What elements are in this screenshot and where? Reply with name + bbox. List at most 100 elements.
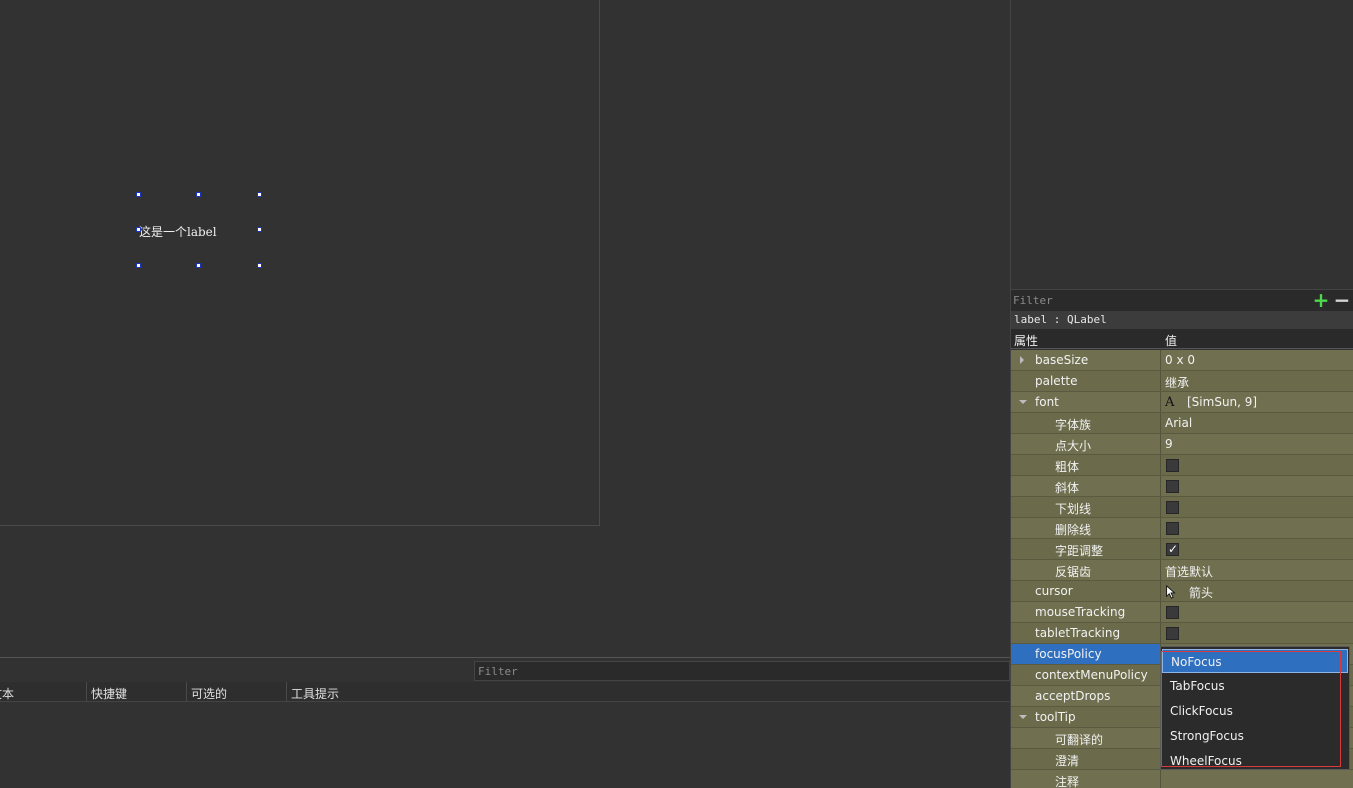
property-checkbox[interactable] bbox=[1166, 627, 1179, 640]
property-name[interactable]: baseSize bbox=[1011, 350, 1161, 370]
property-row[interactable]: tabletTracking bbox=[1011, 623, 1353, 644]
property-row[interactable]: cursor 箭头 bbox=[1011, 581, 1353, 602]
column-shortcut[interactable]: 快捷键 bbox=[86, 682, 186, 702]
property-filter-bar: Filter + − bbox=[1011, 289, 1353, 311]
focus-option-tabfocus[interactable]: TabFocus bbox=[1162, 674, 1348, 698]
property-name[interactable]: 点大小 bbox=[1011, 434, 1161, 454]
property-name[interactable]: 可翻译的 bbox=[1011, 728, 1161, 748]
form-canvas[interactable]: 这是一个label bbox=[0, 0, 600, 526]
header-property[interactable]: 属性 bbox=[1014, 332, 1038, 349]
focus-option-clickfocus[interactable]: ClickFocus bbox=[1162, 699, 1348, 723]
selected-label-widget[interactable]: 这是一个label bbox=[136, 192, 262, 268]
property-row[interactable]: 反锯齿 首选默认 bbox=[1011, 560, 1353, 581]
collapse-arrow-icon[interactable] bbox=[1019, 400, 1027, 404]
property-value[interactable]: 继承 bbox=[1162, 371, 1353, 391]
focus-policy-dropdown[interactable]: NoFocus TabFocus ClickFocus StrongFocus Whee… bbox=[1160, 646, 1350, 770]
action-editor: Filter 文本 快捷键 可选的 工具提示 bbox=[0, 657, 1010, 788]
property-checkbox[interactable] bbox=[1166, 501, 1179, 514]
property-value[interactable]: ✓ bbox=[1162, 539, 1353, 559]
property-name[interactable]: focusPolicy bbox=[1011, 644, 1161, 664]
property-name[interactable]: 反锯齿 bbox=[1011, 560, 1161, 580]
font-icon: A bbox=[1165, 395, 1175, 410]
property-row[interactable]: 下划线 bbox=[1011, 497, 1353, 518]
property-row[interactable]: palette 继承 bbox=[1011, 371, 1353, 392]
property-row[interactable]: font A [SimSun, 9] bbox=[1011, 392, 1353, 413]
property-row[interactable]: mouseTracking bbox=[1011, 602, 1353, 623]
expand-arrow-icon[interactable] bbox=[1020, 356, 1024, 364]
resize-handle-bottom-right[interactable] bbox=[257, 263, 262, 268]
cursor-icon bbox=[1166, 585, 1176, 599]
property-value[interactable] bbox=[1162, 623, 1353, 643]
resize-handle-bottom[interactable] bbox=[196, 263, 201, 268]
property-name[interactable]: 字距调整 bbox=[1011, 539, 1161, 559]
property-value-text: 首选默认 bbox=[1165, 565, 1214, 579]
property-row[interactable]: 粗体 bbox=[1011, 455, 1353, 476]
property-row[interactable]: 字体族 Arial bbox=[1011, 413, 1353, 434]
property-name[interactable]: 字体族 bbox=[1011, 413, 1161, 433]
property-value[interactable] bbox=[1162, 455, 1353, 475]
column-tooltip[interactable]: 工具提示 bbox=[286, 682, 406, 702]
property-name[interactable]: font bbox=[1011, 392, 1161, 412]
minus-icon[interactable]: − bbox=[1333, 290, 1351, 310]
property-filter-input[interactable]: Filter bbox=[1013, 294, 1053, 307]
property-value[interactable]: 9 bbox=[1162, 434, 1353, 454]
plus-icon[interactable]: + bbox=[1312, 290, 1330, 310]
property-name[interactable]: contextMenuPolicy bbox=[1011, 665, 1161, 685]
property-value[interactable]: 0 x 0 bbox=[1162, 350, 1353, 370]
property-row[interactable]: 斜体 bbox=[1011, 476, 1353, 497]
property-value[interactable]: 首选默认 bbox=[1162, 560, 1353, 580]
property-table-header: 属性 值 bbox=[1011, 329, 1353, 349]
property-value-text: [SimSun, 9] bbox=[1187, 395, 1258, 409]
property-row[interactable]: 删除线 bbox=[1011, 518, 1353, 539]
property-checkbox[interactable] bbox=[1166, 606, 1179, 619]
object-class-label: label : QLabel bbox=[1011, 311, 1353, 329]
property-row[interactable]: 字距调整 ✓ bbox=[1011, 539, 1353, 560]
property-value-text: 箭头 bbox=[1189, 586, 1214, 600]
collapse-arrow-icon[interactable] bbox=[1019, 715, 1027, 719]
resize-handle-top[interactable] bbox=[196, 192, 201, 197]
focus-option-wheelfocus[interactable]: WheelFocus bbox=[1162, 749, 1348, 773]
property-value[interactable]: A [SimSun, 9] bbox=[1162, 392, 1353, 412]
property-value-text: 0 x 0 bbox=[1165, 353, 1195, 367]
focus-option-strongfocus[interactable]: StrongFocus bbox=[1162, 724, 1348, 748]
property-value[interactable]: Arial bbox=[1162, 413, 1353, 433]
property-name[interactable]: 粗体 bbox=[1011, 455, 1161, 475]
action-filter-input[interactable]: Filter bbox=[474, 661, 1010, 681]
header-value[interactable]: 值 bbox=[1165, 332, 1177, 349]
resize-handle-top-left[interactable] bbox=[136, 192, 141, 197]
property-name[interactable]: cursor bbox=[1011, 581, 1161, 601]
property-name[interactable]: 注释 bbox=[1011, 770, 1161, 788]
property-checkbox[interactable] bbox=[1166, 522, 1179, 535]
property-checkbox[interactable]: ✓ bbox=[1166, 542, 1179, 556]
property-name[interactable]: 澄清 bbox=[1011, 749, 1161, 769]
column-checkable[interactable]: 可选的 bbox=[186, 682, 286, 702]
qt-designer-window: 这是一个label Filter 文本 快捷键 可选的 工具提示 Filter … bbox=[0, 0, 1353, 788]
property-name[interactable]: 下划线 bbox=[1011, 497, 1161, 517]
property-name[interactable]: 斜体 bbox=[1011, 476, 1161, 496]
property-name[interactable]: tabletTracking bbox=[1011, 623, 1161, 643]
resize-handle-top-right[interactable] bbox=[257, 192, 262, 197]
property-name[interactable]: 删除线 bbox=[1011, 518, 1161, 538]
label-widget-text[interactable]: 这是一个label bbox=[139, 223, 217, 240]
property-value-text: Arial bbox=[1165, 416, 1193, 430]
resize-handle-left[interactable] bbox=[136, 227, 141, 232]
property-row[interactable]: 点大小 9 bbox=[1011, 434, 1353, 455]
focus-option-nofocus[interactable]: NoFocus bbox=[1162, 649, 1348, 673]
property-name[interactable]: mouseTracking bbox=[1011, 602, 1161, 622]
property-checkbox[interactable] bbox=[1166, 459, 1179, 472]
property-row[interactable]: baseSize 0 x 0 bbox=[1011, 350, 1353, 371]
property-name[interactable]: toolTip bbox=[1011, 707, 1161, 727]
property-value[interactable] bbox=[1162, 476, 1353, 496]
resize-handle-bottom-left[interactable] bbox=[136, 263, 141, 268]
property-value[interactable] bbox=[1162, 497, 1353, 517]
checkmark-icon: ✓ bbox=[1168, 542, 1179, 556]
property-value[interactable] bbox=[1162, 518, 1353, 538]
property-value[interactable] bbox=[1162, 602, 1353, 622]
property-name[interactable]: acceptDrops bbox=[1011, 686, 1161, 706]
property-value-text: 9 bbox=[1165, 437, 1173, 451]
property-value[interactable]: 箭头 bbox=[1162, 581, 1353, 601]
resize-handle-right[interactable] bbox=[257, 227, 262, 232]
property-checkbox[interactable] bbox=[1166, 480, 1179, 493]
property-name[interactable]: palette bbox=[1011, 371, 1161, 391]
column-text[interactable]: 文本 bbox=[0, 682, 86, 702]
